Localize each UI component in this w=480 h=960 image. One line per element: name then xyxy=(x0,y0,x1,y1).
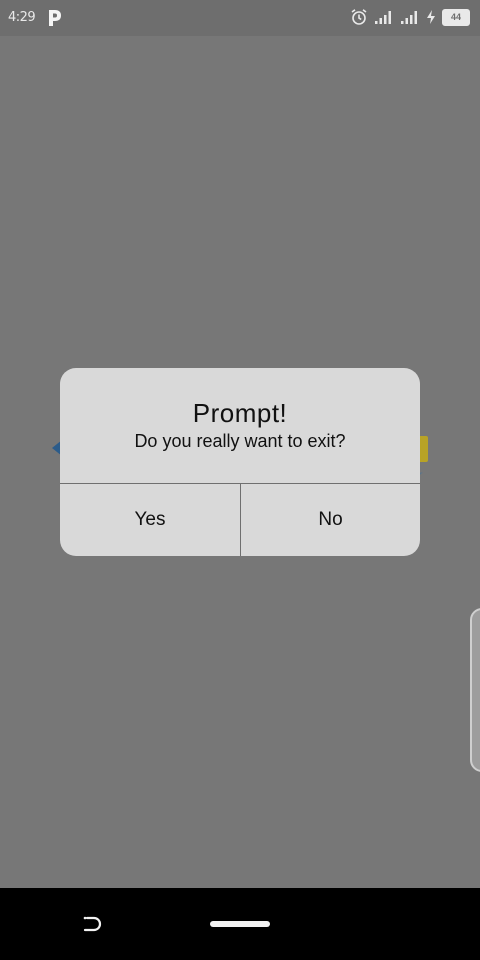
alarm-icon xyxy=(351,9,367,25)
charging-icon xyxy=(427,10,435,24)
battery-icon: 44 xyxy=(442,8,470,26)
status-bar: 4:29 44 xyxy=(0,0,480,36)
yes-button[interactable]: Yes xyxy=(60,484,240,556)
signal-icon xyxy=(375,11,391,24)
status-time: 4:29 xyxy=(8,10,36,25)
dialog-message: Do you really want to exit? xyxy=(134,431,346,451)
battery-level: 44 xyxy=(450,11,461,22)
back-icon[interactable] xyxy=(78,910,106,938)
signal-icon xyxy=(401,11,417,24)
exit-dialog: Prompt! Do you really want to exit? Yes … xyxy=(60,368,420,556)
status-icons: 44 xyxy=(350,8,470,26)
navigation-bar xyxy=(0,888,480,960)
home-pill[interactable] xyxy=(210,921,270,927)
dialog-title: Prompt! xyxy=(192,398,288,428)
side-drawer-handle[interactable] xyxy=(470,608,480,772)
no-button[interactable]: No xyxy=(241,484,420,556)
parking-p-icon xyxy=(49,10,61,26)
